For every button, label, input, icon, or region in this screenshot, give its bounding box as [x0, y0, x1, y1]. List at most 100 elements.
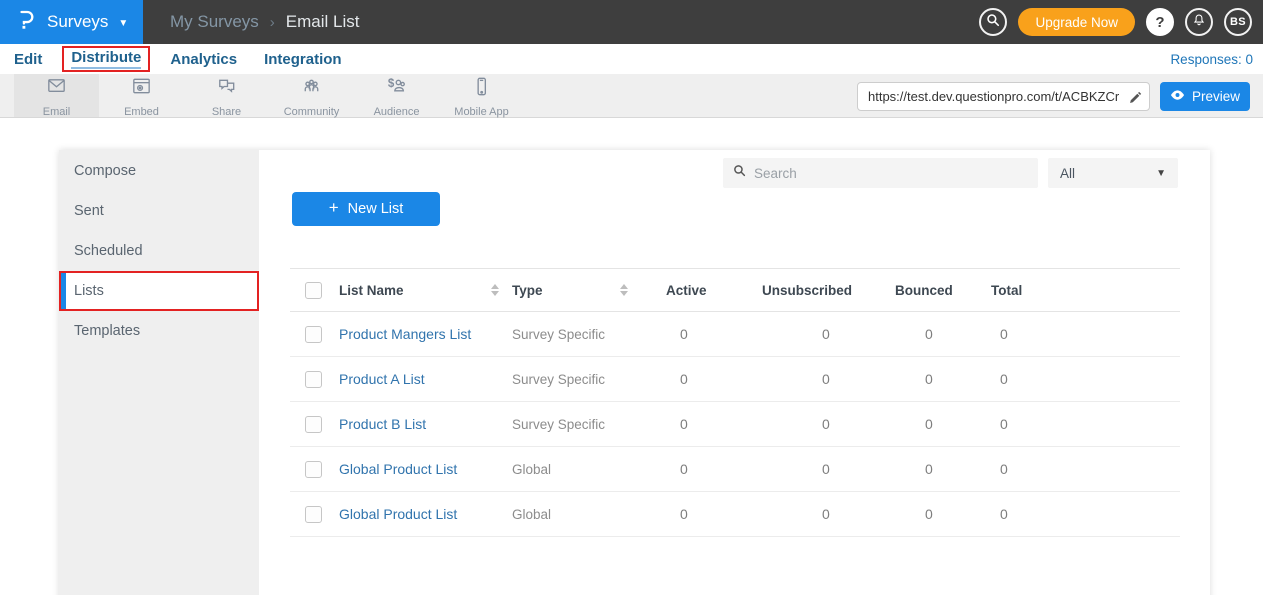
- active-count: 0: [650, 326, 755, 342]
- tab-edit[interactable]: Edit: [14, 51, 42, 68]
- total-count: 0: [985, 371, 1180, 387]
- list-name-link[interactable]: Product A List: [330, 371, 503, 387]
- total-count: 0: [985, 506, 1180, 522]
- header-type[interactable]: Type: [503, 283, 650, 298]
- toolbar-item-mobile-app[interactable]: Mobile App: [439, 74, 524, 117]
- bounced-count: 0: [888, 461, 985, 477]
- list-name-link[interactable]: Product Mangers List: [330, 326, 503, 342]
- bell-icon: [1192, 13, 1206, 32]
- sort-icon[interactable]: [491, 284, 499, 296]
- row-checkbox[interactable]: [305, 461, 322, 478]
- table-header-row: List Name Type Active Unsubscribed Bounc…: [290, 268, 1180, 312]
- sidebar-item-compose[interactable]: Compose: [59, 151, 259, 191]
- community-icon: [300, 75, 323, 103]
- unsubscribed-count: 0: [755, 461, 888, 477]
- toolbar-item-community[interactable]: Community: [269, 74, 354, 117]
- product-switcher[interactable]: Surveys ▼: [0, 0, 143, 44]
- eye-icon: [1170, 89, 1185, 104]
- search-box: [723, 158, 1038, 188]
- list-name-link[interactable]: Product B List: [330, 416, 503, 432]
- unsubscribed-count: 0: [755, 371, 888, 387]
- row-checkbox[interactable]: [305, 371, 322, 388]
- list-filter-dropdown[interactable]: All ▼: [1048, 158, 1178, 188]
- sort-icon[interactable]: [620, 284, 628, 296]
- toolbar-item-label: Email: [43, 106, 71, 118]
- survey-url-wrap: [857, 82, 1150, 111]
- row-checkbox[interactable]: [305, 506, 322, 523]
- table-row: Global Product List Global 0 0 0 0: [290, 447, 1180, 492]
- email-icon: [45, 75, 68, 103]
- sidebar-item-sent[interactable]: Sent: [59, 191, 259, 231]
- toolbar-item-share[interactable]: Share: [184, 74, 269, 117]
- list-type: Survey Specific: [503, 327, 650, 342]
- list-name-link[interactable]: Global Product List: [330, 461, 503, 477]
- header-total: Total: [985, 283, 1180, 298]
- list-name-link[interactable]: Global Product List: [330, 506, 503, 522]
- unsubscribed-count: 0: [755, 506, 888, 522]
- active-count: 0: [650, 506, 755, 522]
- toolbar-item-email[interactable]: Email: [14, 74, 99, 117]
- search-icon: [733, 164, 746, 182]
- search-icon: [986, 13, 1000, 32]
- sidebar-item-lists[interactable]: Lists: [59, 271, 259, 311]
- survey-tabbar: Edit Distribute Analytics Integration Re…: [0, 44, 1263, 74]
- new-list-button[interactable]: + New List: [292, 192, 440, 226]
- upgrade-now-button[interactable]: Upgrade Now: [1018, 8, 1135, 36]
- topbar: Surveys ▼ My Surveys › Email List Upgrad…: [0, 0, 1263, 44]
- toolbar-item-audience[interactable]: $ Audience: [354, 74, 439, 117]
- header-active: Active: [650, 283, 755, 298]
- table-row: Product Mangers List Survey Specific 0 0…: [290, 312, 1180, 357]
- active-count: 0: [650, 371, 755, 387]
- active-count: 0: [650, 416, 755, 432]
- survey-url-input[interactable]: [857, 82, 1150, 111]
- select-all-cell: [290, 282, 330, 299]
- notifications-button[interactable]: [1185, 8, 1213, 36]
- toolbar-item-embed[interactable]: Embed: [99, 74, 184, 117]
- unsubscribed-count: 0: [755, 326, 888, 342]
- plus-icon: +: [329, 198, 339, 218]
- toolbar-item-label: Mobile App: [454, 106, 508, 118]
- select-all-checkbox[interactable]: [305, 282, 322, 299]
- bounced-count: 0: [888, 371, 985, 387]
- search-button[interactable]: [979, 8, 1007, 36]
- bounced-count: 0: [888, 326, 985, 342]
- content: Compose Sent Scheduled Lists Templates A…: [0, 118, 1263, 595]
- filter-value: All: [1060, 166, 1075, 181]
- lists-main: All ▼ + New List List Name Type: [259, 150, 1210, 595]
- help-button[interactable]: ?: [1146, 8, 1174, 36]
- preview-button[interactable]: Preview: [1160, 82, 1250, 111]
- header-list-name[interactable]: List Name: [330, 283, 503, 298]
- toolbar-item-label: Share: [212, 106, 241, 118]
- sidebar-item-templates[interactable]: Templates: [59, 311, 259, 351]
- avatar-initials: BS: [1230, 16, 1246, 28]
- product-name: Surveys: [47, 12, 108, 32]
- bounced-count: 0: [888, 416, 985, 432]
- total-count: 0: [985, 461, 1180, 477]
- toolbar-item-label: Audience: [374, 106, 420, 118]
- preview-label: Preview: [1192, 89, 1240, 104]
- toolbar-item-label: Embed: [124, 106, 159, 118]
- header-bounced: Bounced: [888, 283, 985, 298]
- row-checkbox[interactable]: [305, 416, 322, 433]
- table-row: Global Product List Global 0 0 0 0: [290, 492, 1180, 537]
- edit-url-icon[interactable]: [1128, 89, 1142, 108]
- audience-icon: $: [385, 75, 408, 103]
- user-avatar[interactable]: BS: [1224, 8, 1252, 36]
- header-unsubscribed: Unsubscribed: [755, 283, 888, 298]
- chevron-down-icon: ▼: [118, 18, 128, 29]
- responses-count-link[interactable]: Responses: 0: [1170, 52, 1253, 67]
- tab-distribute[interactable]: Distribute: [71, 49, 141, 69]
- new-list-label: New List: [348, 201, 404, 217]
- tab-analytics[interactable]: Analytics: [170, 51, 237, 68]
- search-input[interactable]: [754, 166, 1028, 181]
- tab-integration[interactable]: Integration: [264, 51, 342, 68]
- row-checkbox[interactable]: [305, 326, 322, 343]
- bounced-count: 0: [888, 506, 985, 522]
- breadcrumb-parent[interactable]: My Surveys: [170, 12, 259, 32]
- sidebar-item-scheduled[interactable]: Scheduled: [59, 231, 259, 271]
- email-sidebar: Compose Sent Scheduled Lists Templates: [59, 150, 259, 595]
- active-count: 0: [650, 461, 755, 477]
- distribute-toolbar: Email Embed Share Community $ Audience M…: [0, 74, 1263, 118]
- topbar-actions: Upgrade Now ? BS: [979, 0, 1263, 44]
- share-icon: [215, 75, 238, 103]
